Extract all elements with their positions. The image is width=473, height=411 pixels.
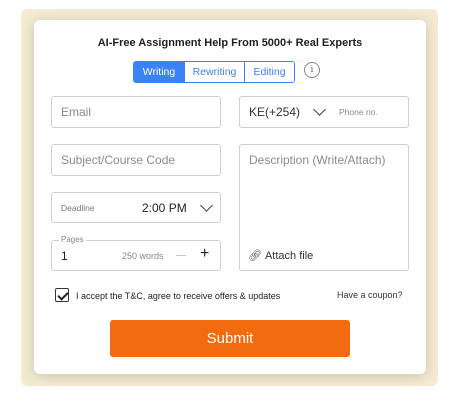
tab-rewriting[interactable]: Rewriting [185,62,245,82]
deadline-label: Deadline [61,203,95,213]
email-placeholder: Email [61,105,92,119]
phone-field[interactable]: KE(+254) Phone no. [239,96,409,128]
form-title: AI-Free Assignment Help From 5000+ Real … [97,37,363,49]
coupon-link[interactable]: Have a coupon? [337,290,403,300]
country-code-select[interactable]: KE(+254) [249,105,300,119]
chevron-down-icon[interactable] [200,199,213,212]
submit-button[interactable]: Submit [110,320,350,357]
increment-button[interactable]: + [200,245,209,263]
paperclip-icon: 🔗︎ [248,250,262,262]
description-placeholder: Description (Write/Attach) [249,153,386,167]
decrement-button[interactable]: — [176,250,186,261]
terms-checkbox[interactable] [55,288,69,302]
tab-writing[interactable]: Writing [134,62,185,82]
tab-editing[interactable]: Editing [245,62,294,82]
pages-label: Pages [59,235,86,244]
attach-file-label: Attach file [264,249,314,262]
order-form-card: AI-Free Assignment Help From 5000+ Real … [34,20,426,374]
deadline-select[interactable]: Deadline 2:00 PM [51,192,221,223]
service-tabs: Writing Rewriting Editing [133,61,295,83]
chevron-down-icon[interactable] [313,103,326,116]
subject-field[interactable]: Subject/Course Code [51,144,221,176]
description-field[interactable]: Description (Write/Attach) 🔗︎ Attach fil… [239,144,409,271]
attach-file-button[interactable]: 🔗︎ Attach file [248,249,314,263]
pages-value[interactable]: 1 [61,249,68,263]
email-field[interactable]: Email [51,96,221,128]
checkmark-icon [56,288,69,301]
phone-placeholder: Phone no. [339,107,378,117]
deadline-value: 2:00 PM [142,201,187,215]
info-icon[interactable]: i [304,62,320,78]
word-count: 250 words [122,251,164,261]
subject-placeholder: Subject/Course Code [61,153,176,167]
terms-label: I accept the T&C, agree to receive offer… [76,291,281,301]
pages-stepper: Pages 1 250 words — + [51,235,221,271]
